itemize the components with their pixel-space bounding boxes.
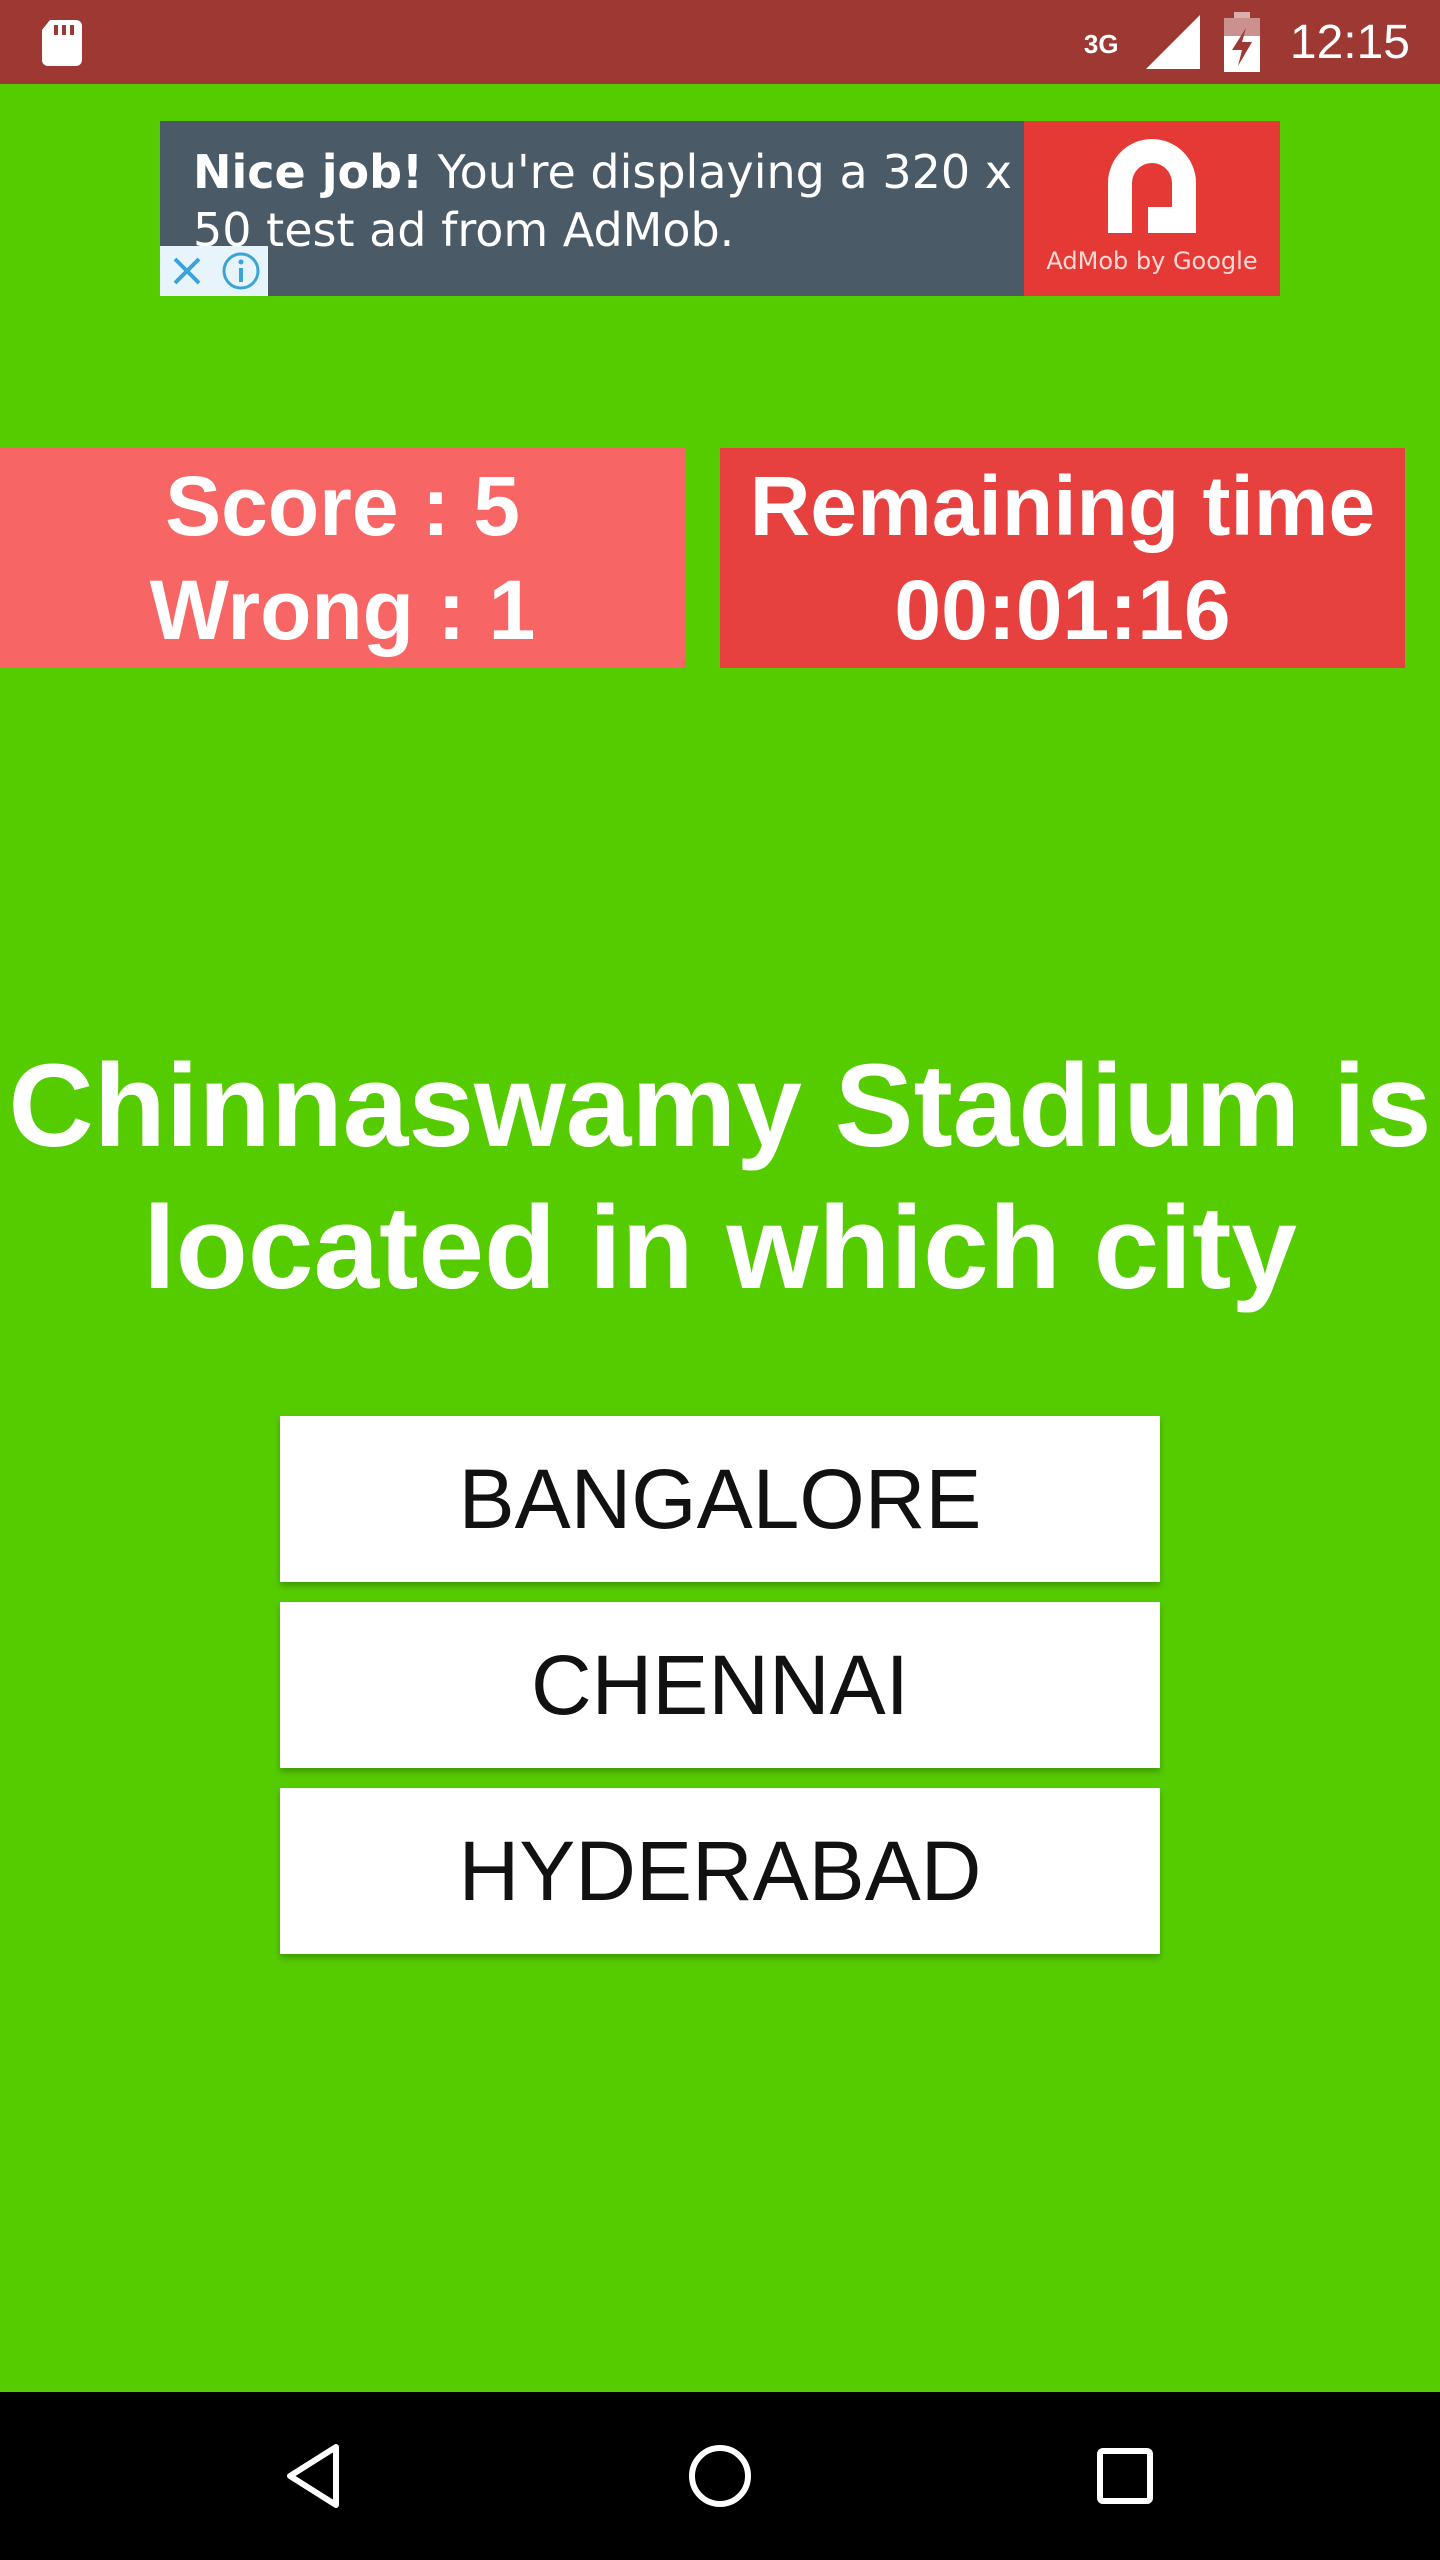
cell-signal-icon: 3G [1084, 15, 1200, 69]
wrong-text: Wrong : 1 [149, 563, 536, 657]
score-panel: Score : 5 Wrong : 1 [0, 448, 685, 668]
battery-charging-icon [1223, 12, 1260, 72]
ad-controls [160, 246, 268, 296]
ad-banner[interactable]: Nice job! You're displaying a 320 x 50 t… [160, 121, 1280, 296]
home-icon[interactable] [670, 2426, 770, 2526]
ad-headline-bold: Nice job! [193, 145, 424, 199]
ad-logo-caption: AdMob by Google [1046, 247, 1258, 275]
clock: 12:15 [1289, 15, 1410, 69]
admob-logo: AdMob by Google [1024, 121, 1280, 296]
status-bar: 3G 12:15 [0, 0, 1440, 84]
ad-close-icon[interactable] [160, 246, 214, 296]
sd-card-icon [42, 20, 82, 66]
recent-apps-icon[interactable] [1075, 2426, 1175, 2526]
answer-option-bangalore[interactable]: BANGALORE [280, 1416, 1160, 1582]
question-text: Chinnaswamy Stadium is located in which … [8, 1040, 1432, 1314]
answer-option-hyderabad[interactable]: HYDERABAD [280, 1788, 1160, 1954]
score-text: Score : 5 [165, 459, 520, 553]
ad-info-icon[interactable] [214, 246, 268, 296]
navigation-bar [0, 2392, 1440, 2560]
timer-label: Remaining time [749, 459, 1376, 553]
answer-option-chennai[interactable]: CHENNAI [280, 1602, 1160, 1768]
timer-panel: Remaining time 00:01:16 [720, 448, 1405, 668]
timer-value: 00:01:16 [894, 563, 1231, 657]
ad-text: Nice job! You're displaying a 320 x 50 t… [193, 143, 1033, 259]
back-icon[interactable] [265, 2426, 365, 2526]
admob-logo-icon [1108, 139, 1196, 233]
network-type-label: 3G [1083, 29, 1119, 59]
